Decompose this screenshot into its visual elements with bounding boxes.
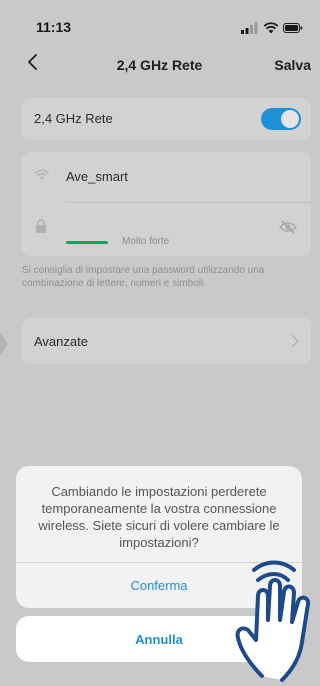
status-bar: 11:13 xyxy=(0,0,319,44)
advanced-label: Avanzate xyxy=(34,334,88,349)
password-strength-label: Molto forte xyxy=(122,236,170,247)
lock-icon xyxy=(36,219,46,233)
confirm-action-sheet: Cambiando le impostazioni perderete temp… xyxy=(16,466,302,608)
ssid-field[interactable]: Ave_smart xyxy=(66,169,128,184)
page-title: 2,4 GHz Rete xyxy=(116,57,203,73)
advanced-settings-row[interactable]: Avanzate xyxy=(22,318,311,364)
password-strength-bar xyxy=(66,241,108,244)
network-toggle-row: 2,4 GHz Rete xyxy=(22,98,311,140)
action-sheet-message: Cambiando le impostazioni perderete temp… xyxy=(38,484,280,550)
network-toggle-label: 2,4 GHz Rete xyxy=(34,111,113,126)
wifi-icon xyxy=(34,169,50,180)
status-icons xyxy=(241,22,303,34)
navigation-bar: 2,4 GHz Rete Salva xyxy=(0,44,319,84)
battery-icon xyxy=(283,23,303,33)
confirm-button[interactable]: Conferma xyxy=(16,563,302,608)
side-arrow-icon xyxy=(0,333,8,355)
wifi-icon xyxy=(263,22,279,34)
divider xyxy=(66,202,311,203)
app-screen: 11:13 2,4 GHz Rete Salva 2,4 GHz Rete Av… xyxy=(0,0,319,686)
toggle-knob xyxy=(281,110,299,128)
eye-off-icon[interactable] xyxy=(279,220,297,234)
chevron-right-icon xyxy=(291,334,299,348)
network-toggle[interactable] xyxy=(261,108,301,130)
wifi-settings-card: Ave_smart Molto forte xyxy=(22,152,311,256)
cancel-button[interactable]: Annulla xyxy=(16,616,302,662)
status-time: 11:13 xyxy=(36,19,72,35)
save-button[interactable]: Salva xyxy=(274,57,311,73)
signal-icon xyxy=(241,22,258,34)
password-hint: Si consiglia di impostare una password u… xyxy=(22,265,265,289)
